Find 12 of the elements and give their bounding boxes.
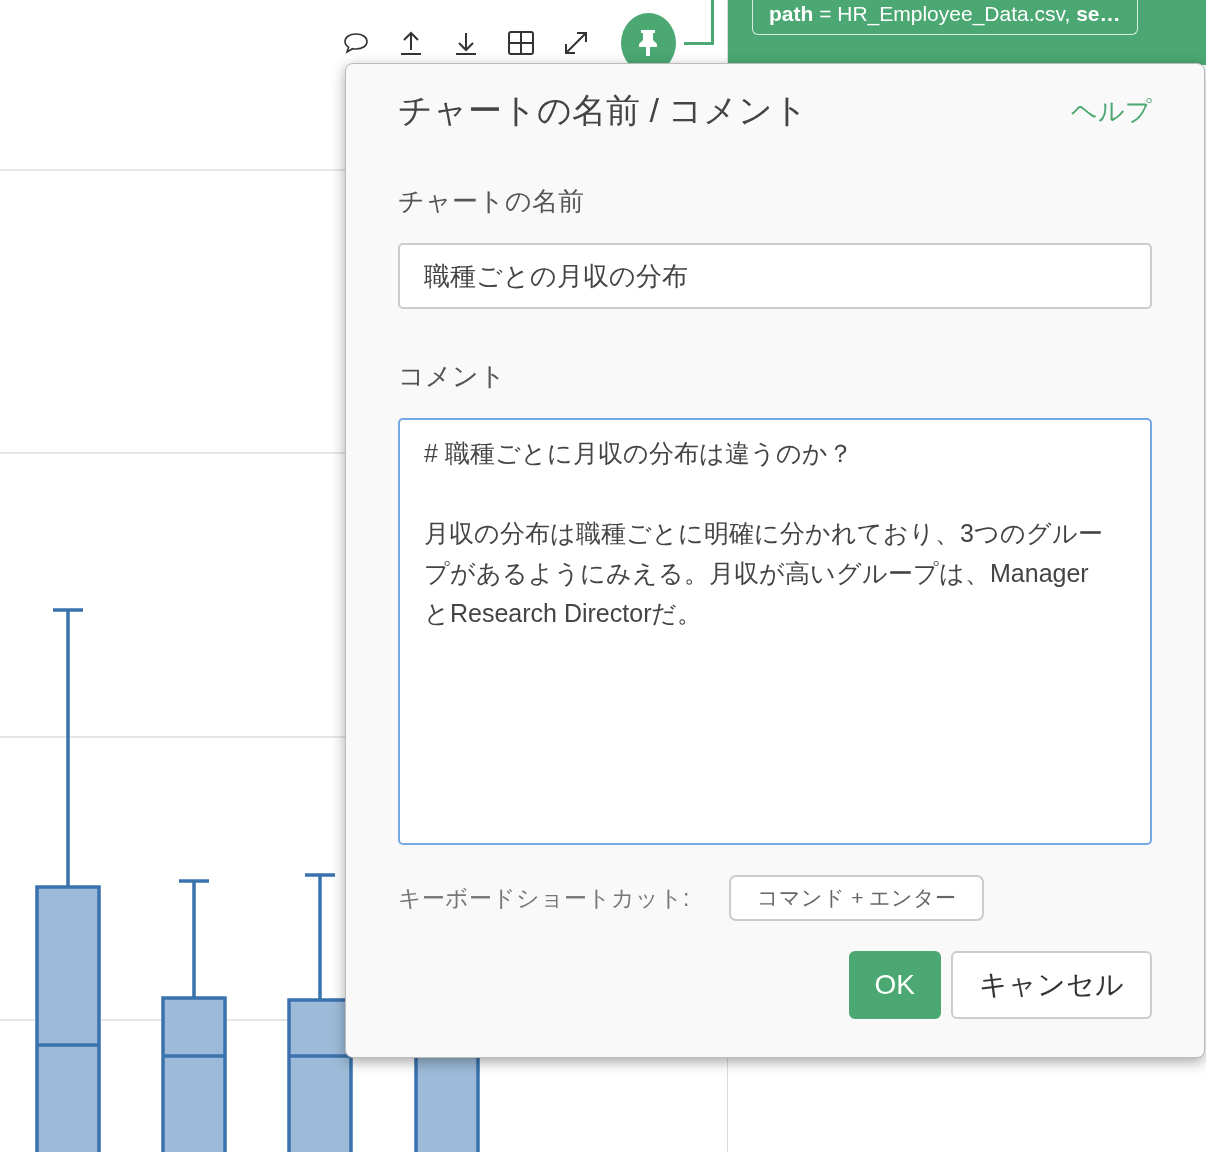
- comment-paragraph: 月収の分布は職種ごとに明確に分かれており、3つのグループがあるようにみえる。月収が高いグループは、ManagerとResearch Directorだ。: [424, 518, 1104, 629]
- comment-field[interactable]: # 職種ごとに月収の分布は違うのか？ 月収の分布は職種ごとに明確に分かれており、3つのグループがあるようにみえる。月収が高いグループは、ManagerとResearch Directorだ。: [398, 418, 1152, 845]
- pin-icon: [637, 28, 660, 57]
- cancel-button[interactable]: キャンセル: [951, 951, 1152, 1019]
- name-label: チャートの名前: [398, 185, 585, 218]
- shortcut-label: キーボードショートカット:: [398, 883, 690, 913]
- shortcut-keys: コマンド + エンター: [729, 875, 985, 921]
- comment-label: コメント: [398, 360, 507, 393]
- connector-line: [684, 0, 714, 45]
- comment-heading: # 職種ごとに月収の分布は違うのか？: [424, 438, 854, 469]
- chart-name-field[interactable]: 職種ごとの月収の分布: [398, 243, 1152, 309]
- dialog-title: チャートの名前 / コメント: [398, 90, 809, 131]
